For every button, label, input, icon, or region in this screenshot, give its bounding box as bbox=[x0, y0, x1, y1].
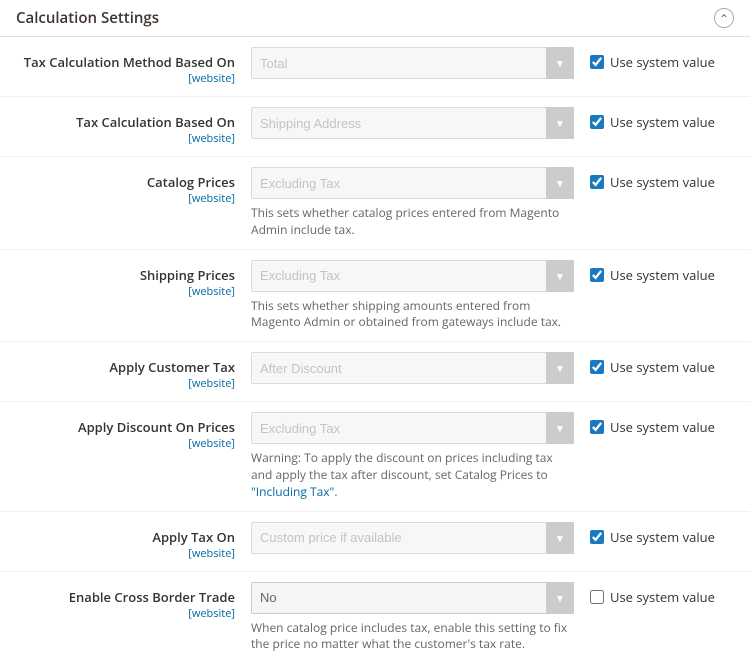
settings-row-apply-tax-on: Apply Tax On[website]Custom price if ava… bbox=[0, 512, 750, 572]
label-col-apply-tax-on: Apply Tax On[website] bbox=[16, 522, 251, 561]
settings-row-enable-cross-border: Enable Cross Border Trade[website]NoYes▼… bbox=[0, 572, 750, 663]
control-col-apply-discount-on-prices: Excluding TaxIncluding Tax▼ Warning: To a… bbox=[251, 412, 574, 500]
label-sub-catalog-prices: [website] bbox=[16, 191, 235, 206]
select-tax-calc-method[interactable]: TotalUnit PriceRow Total bbox=[251, 47, 574, 79]
use-system-label-apply-discount-on-prices[interactable]: Use system value bbox=[590, 418, 715, 436]
label-sub-tax-calc-method: [website] bbox=[16, 71, 235, 86]
use-system-checkbox-apply-discount-on-prices[interactable] bbox=[590, 420, 604, 434]
select-apply-discount-on-prices[interactable]: Excluding TaxIncluding Tax bbox=[251, 412, 574, 444]
use-system-label-tax-calc-method[interactable]: Use system value bbox=[590, 53, 715, 71]
use-system-text-enable-cross-border: Use system value bbox=[610, 588, 715, 606]
select-wrapper-shipping-prices: Excluding TaxIncluding Tax▼ bbox=[251, 260, 574, 292]
select-wrapper-apply-tax-on: Custom price if availableOriginal price … bbox=[251, 522, 574, 554]
label-col-apply-customer-tax: Apply Customer Tax[website] bbox=[16, 352, 251, 391]
use-system-text-apply-discount-on-prices: Use system value bbox=[610, 418, 715, 436]
label-sub-apply-discount-on-prices: [website] bbox=[16, 436, 235, 451]
label-col-tax-calc-based-on: Tax Calculation Based On[website] bbox=[16, 107, 251, 146]
use-system-text-apply-tax-on: Use system value bbox=[610, 528, 715, 546]
settings-row-apply-customer-tax: Apply Customer Tax[website]After Discoun… bbox=[0, 342, 750, 402]
label-sub-apply-customer-tax: [website] bbox=[16, 376, 235, 391]
select-shipping-prices[interactable]: Excluding TaxIncluding Tax bbox=[251, 260, 574, 292]
label-col-apply-discount-on-prices: Apply Discount On Prices[website] bbox=[16, 412, 251, 451]
use-system-checkbox-apply-customer-tax[interactable] bbox=[590, 360, 604, 374]
select-apply-tax-on[interactable]: Custom price if availableOriginal price … bbox=[251, 522, 574, 554]
hint-catalog-prices: This sets whether catalog prices entered… bbox=[251, 205, 574, 239]
select-apply-customer-tax[interactable]: After DiscountBefore Discount bbox=[251, 352, 574, 384]
select-wrapper-tax-calc-based-on: Shipping AddressBilling AddressShipping … bbox=[251, 107, 574, 139]
use-system-checkbox-catalog-prices[interactable] bbox=[590, 175, 604, 189]
use-system-label-apply-customer-tax[interactable]: Use system value bbox=[590, 358, 715, 376]
select-enable-cross-border[interactable]: NoYes bbox=[251, 582, 574, 614]
action-col-catalog-prices: Use system value bbox=[574, 167, 734, 191]
label-main-apply-tax-on: Apply Tax On bbox=[16, 528, 235, 546]
use-system-label-shipping-prices[interactable]: Use system value bbox=[590, 266, 715, 284]
label-col-enable-cross-border: Enable Cross Border Trade[website] bbox=[16, 582, 251, 621]
warning-link[interactable]: "Including Tax" bbox=[251, 483, 334, 500]
action-col-tax-calc-method: Use system value bbox=[574, 47, 734, 71]
label-main-tax-calc-method: Tax Calculation Method Based On bbox=[16, 53, 235, 71]
settings-row-apply-discount-on-prices: Apply Discount On Prices[website]Excludi… bbox=[0, 402, 750, 511]
collapse-button[interactable]: ⌃ bbox=[714, 8, 734, 28]
action-col-enable-cross-border: Use system value bbox=[574, 582, 734, 606]
control-col-tax-calc-method: TotalUnit PriceRow Total▼ bbox=[251, 47, 574, 79]
section-header: Calculation Settings ⌃ bbox=[0, 0, 750, 37]
settings-row-catalog-prices: Catalog Prices[website]Excluding TaxIncl… bbox=[0, 157, 750, 250]
hint-enable-cross-border: When catalog price includes tax, enable … bbox=[251, 620, 574, 654]
hint-shipping-prices: This sets whether shipping amounts enter… bbox=[251, 298, 574, 332]
use-system-text-tax-calc-based-on: Use system value bbox=[610, 113, 715, 131]
use-system-text-shipping-prices: Use system value bbox=[610, 266, 715, 284]
use-system-text-apply-customer-tax: Use system value bbox=[610, 358, 715, 376]
select-catalog-prices[interactable]: Excluding TaxIncluding Tax bbox=[251, 167, 574, 199]
use-system-checkbox-tax-calc-based-on[interactable] bbox=[590, 115, 604, 129]
use-system-checkbox-enable-cross-border[interactable] bbox=[590, 590, 604, 604]
control-col-catalog-prices: Excluding TaxIncluding Tax▼ This sets whe… bbox=[251, 167, 574, 239]
label-sub-apply-tax-on: [website] bbox=[16, 546, 235, 561]
action-col-tax-calc-based-on: Use system value bbox=[574, 107, 734, 131]
control-col-shipping-prices: Excluding TaxIncluding Tax▼ This sets whe… bbox=[251, 260, 574, 332]
select-wrapper-catalog-prices: Excluding TaxIncluding Tax▼ bbox=[251, 167, 574, 199]
select-tax-calc-based-on[interactable]: Shipping AddressBilling AddressShipping … bbox=[251, 107, 574, 139]
settings-table: Tax Calculation Method Based On[website]… bbox=[0, 37, 750, 663]
section-title: Calculation Settings bbox=[16, 8, 159, 28]
control-col-apply-customer-tax: After DiscountBefore Discount▼ bbox=[251, 352, 574, 384]
use-system-label-apply-tax-on[interactable]: Use system value bbox=[590, 528, 715, 546]
label-col-catalog-prices: Catalog Prices[website] bbox=[16, 167, 251, 206]
label-main-enable-cross-border: Enable Cross Border Trade bbox=[16, 588, 235, 606]
action-col-apply-tax-on: Use system value bbox=[574, 522, 734, 546]
use-system-label-catalog-prices[interactable]: Use system value bbox=[590, 173, 715, 191]
label-main-apply-discount-on-prices: Apply Discount On Prices bbox=[16, 418, 235, 436]
use-system-checkbox-apply-tax-on[interactable] bbox=[590, 530, 604, 544]
select-wrapper-apply-discount-on-prices: Excluding TaxIncluding Tax▼ bbox=[251, 412, 574, 444]
use-system-text-tax-calc-method: Use system value bbox=[610, 53, 715, 71]
control-col-enable-cross-border: NoYes▼ When catalog price includes tax, e… bbox=[251, 582, 574, 654]
label-col-tax-calc-method: Tax Calculation Method Based On[website] bbox=[16, 47, 251, 86]
use-system-checkbox-shipping-prices[interactable] bbox=[590, 268, 604, 282]
control-col-tax-calc-based-on: Shipping AddressBilling AddressShipping … bbox=[251, 107, 574, 139]
settings-row-shipping-prices: Shipping Prices[website]Excluding TaxInc… bbox=[0, 250, 750, 343]
label-col-shipping-prices: Shipping Prices[website] bbox=[16, 260, 251, 299]
label-main-apply-customer-tax: Apply Customer Tax bbox=[16, 358, 235, 376]
label-sub-shipping-prices: [website] bbox=[16, 284, 235, 299]
settings-row-tax-calc-based-on: Tax Calculation Based On[website]Shippin… bbox=[0, 97, 750, 157]
use-system-label-enable-cross-border[interactable]: Use system value bbox=[590, 588, 715, 606]
warning-apply-discount-on-prices: Warning: To apply the discount on prices… bbox=[251, 450, 574, 500]
label-main-tax-calc-based-on: Tax Calculation Based On bbox=[16, 113, 235, 131]
select-wrapper-apply-customer-tax: After DiscountBefore Discount▼ bbox=[251, 352, 574, 384]
control-col-apply-tax-on: Custom price if availableOriginal price … bbox=[251, 522, 574, 554]
action-col-apply-customer-tax: Use system value bbox=[574, 352, 734, 376]
action-col-apply-discount-on-prices: Use system value bbox=[574, 412, 734, 436]
use-system-label-tax-calc-based-on[interactable]: Use system value bbox=[590, 113, 715, 131]
settings-row-tax-calc-method: Tax Calculation Method Based On[website]… bbox=[0, 37, 750, 97]
label-sub-tax-calc-based-on: [website] bbox=[16, 131, 235, 146]
use-system-checkbox-tax-calc-method[interactable] bbox=[590, 55, 604, 69]
select-wrapper-tax-calc-method: TotalUnit PriceRow Total▼ bbox=[251, 47, 574, 79]
label-main-shipping-prices: Shipping Prices bbox=[16, 266, 235, 284]
action-col-shipping-prices: Use system value bbox=[574, 260, 734, 284]
label-sub-enable-cross-border: [website] bbox=[16, 606, 235, 621]
select-wrapper-enable-cross-border: NoYes▼ bbox=[251, 582, 574, 614]
label-main-catalog-prices: Catalog Prices bbox=[16, 173, 235, 191]
use-system-text-catalog-prices: Use system value bbox=[610, 173, 715, 191]
